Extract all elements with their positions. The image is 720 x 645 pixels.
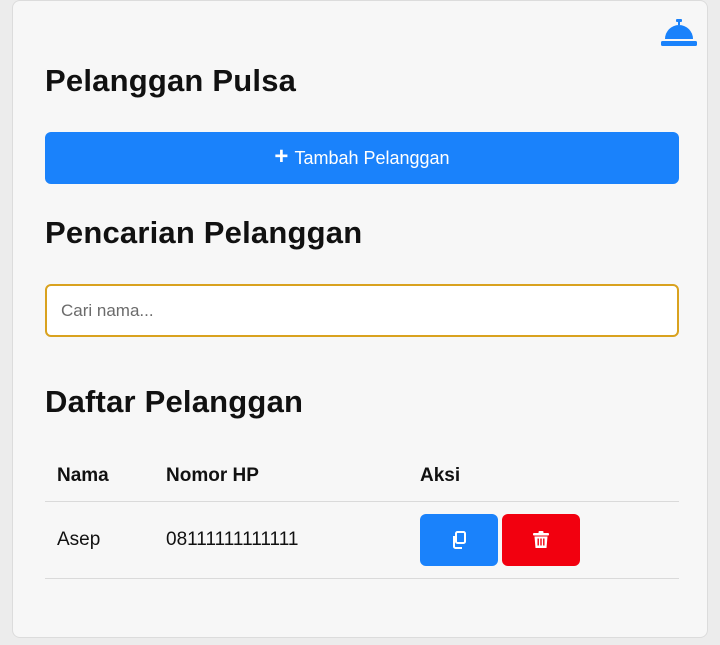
cell-actions: [408, 501, 679, 579]
table-header-row: Nama Nomor HP Aksi: [45, 451, 679, 502]
cell-name: Asep: [45, 501, 154, 579]
delete-button[interactable]: [502, 514, 580, 566]
copy-button[interactable]: [420, 514, 498, 566]
main-card: Pelanggan Pulsa + Tambah Pelanggan Penca…: [12, 0, 708, 638]
add-customer-button[interactable]: + Tambah Pelanggan: [45, 132, 679, 184]
table-row: Asep 08111111111111: [45, 501, 679, 579]
column-header-phone: Nomor HP: [154, 451, 408, 502]
plus-icon: +: [274, 143, 289, 170]
column-header-name: Nama: [45, 451, 154, 502]
cell-phone: 08111111111111: [154, 501, 408, 579]
column-header-actions: Aksi: [408, 451, 679, 502]
search-section-title: Pencarian Pelanggan: [45, 215, 363, 250]
copy-icon: [453, 531, 466, 549]
customer-table: Nama Nomor HP Aksi Asep 08111111111111: [45, 451, 679, 579]
list-section-title: Daftar Pelanggan: [45, 384, 304, 419]
page-title: Pelanggan Pulsa: [45, 63, 297, 98]
bell-concierge-icon[interactable]: [661, 19, 697, 47]
trash-icon: [533, 531, 549, 548]
add-customer-label: Tambah Pelanggan: [294, 147, 450, 168]
search-input[interactable]: [45, 284, 679, 337]
